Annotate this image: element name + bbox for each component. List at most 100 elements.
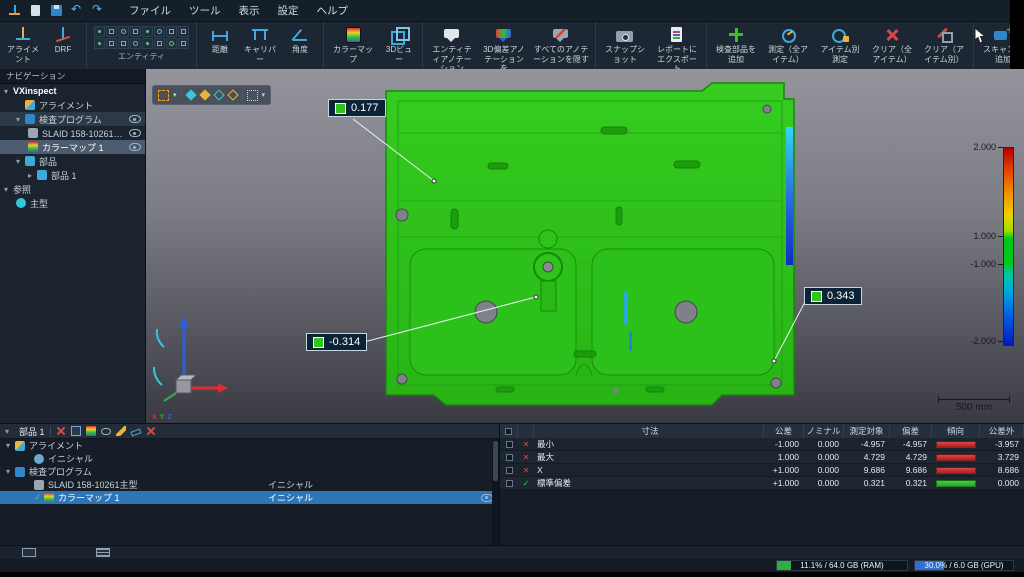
vertical-scrollbar[interactable] [492,439,499,545]
col-measured[interactable]: 測定対象 [844,424,890,438]
save-icon[interactable] [49,3,64,18]
delete-icon[interactable] [56,426,66,436]
entity-icon[interactable] [94,26,105,37]
undo-icon[interactable] [70,3,85,18]
entity-icon[interactable] [94,38,105,49]
surface-select-icon[interactable] [247,90,258,101]
deviation-annotation[interactable]: 0.343 [804,287,862,305]
eye-icon[interactable] [129,115,141,123]
entity-annotation-button[interactable]: エンティティアノテーション [426,24,478,75]
entity-icon[interactable] [142,38,153,49]
entity-icon[interactable] [154,26,165,37]
colormap-tool-icon[interactable] [86,426,96,436]
selection-mode-icon[interactable] [158,90,169,101]
entity-icon[interactable] [166,38,177,49]
close-icon[interactable] [146,426,156,436]
entity-icon[interactable] [118,26,129,37]
chevron-down-icon[interactable] [16,115,25,124]
alignment-tool-icon[interactable] [71,426,81,436]
chevron-down-icon[interactable] [4,185,13,194]
caliper-button[interactable]: キャリパー [240,24,280,65]
dropdown-caret-icon[interactable]: ▾ [173,91,177,99]
chevron-down-icon[interactable] [5,427,14,436]
menu-settings[interactable]: 設定 [270,1,307,20]
col-tolerance[interactable]: 公差 [764,424,804,438]
measure-icon[interactable] [130,428,141,436]
result-item-slaid-mesh[interactable]: SLAID 158-10261主型イニシャル [0,478,499,491]
menu-help[interactable]: ヘルプ [309,1,357,20]
flip-view-icon[interactable] [213,89,224,100]
entity-icon[interactable] [106,26,117,37]
row-checkbox[interactable] [506,454,513,461]
entity-icon[interactable] [106,38,117,49]
entity-icon[interactable] [166,26,177,37]
menu-view[interactable]: 表示 [231,1,268,20]
nav-item-parts[interactable]: 部品 [0,154,145,168]
nav-item-inspection-program[interactable]: 検査プログラム [0,112,145,126]
3d-view-button[interactable]: 3Dビュー [379,24,419,65]
spin-right-icon[interactable] [199,89,210,100]
navigation-cube-icon[interactable] [7,3,22,18]
entity-icon[interactable] [142,26,153,37]
menu-tools[interactable]: ツール [181,1,229,20]
menu-file[interactable]: ファイル [121,1,179,20]
nav-item-vxinspect[interactable]: VXinspect [0,84,145,98]
table-row[interactable]: 最小 -1.000 0.000 -4.957 -4.957 -3.957 [500,438,1024,451]
list-toggle-icon[interactable] [96,548,110,557]
3d-viewport[interactable]: ▾ ▾ 0.177 -0.314 0.343 XYZ 2.000 [146,69,1024,423]
chevron-down-icon[interactable] [4,87,13,96]
entity-icon[interactable] [130,26,141,37]
col-nominal[interactable]: ノミナル [804,424,844,438]
report-export-button[interactable]: レポートにエクスポート [651,24,703,75]
select-all-checkbox[interactable] [505,428,512,435]
chevron-down-icon[interactable] [6,441,15,450]
row-checkbox[interactable] [506,467,513,474]
layout-toggle-icon[interactable] [22,548,36,557]
add-inspection-part-button[interactable]: 検査部品を追加 [710,24,762,65]
eye-icon[interactable] [129,143,141,151]
chevron-down-icon[interactable] [16,157,25,166]
clear-per-item-button[interactable]: クリア（アイテム別） [918,24,970,65]
nav-item-colormap-1[interactable]: カラーマップ 1 [0,140,145,154]
nav-item-part-1[interactable]: 部品 1 [0,168,145,182]
measure-all-items-button[interactable]: 測定（全アイテム） [762,24,814,65]
entity-icon[interactable] [130,38,141,49]
table-row[interactable]: X +1.000 0.000 9.686 9.686 8.686 [500,464,1024,477]
orientation-triad[interactable] [148,295,232,407]
deviation-annotation-button[interactable]: 3D偏差アノテーションを [478,24,530,75]
part-3d-model[interactable] [146,69,1024,423]
drf-button[interactable]: DRF [43,24,83,56]
nav-item-slaid-mesh[interactable]: SLAID 158-10261主型 [0,126,145,140]
col-out-of-tolerance[interactable]: 公差外 [980,424,1024,438]
table-row[interactable]: 最大 1.000 0.000 4.729 4.729 3.729 [500,451,1024,464]
entity-icon[interactable] [178,38,189,49]
dropdown-caret-icon[interactable]: ▾ [262,91,266,99]
measure-per-item-button[interactable]: アイテム別測定 [814,24,866,65]
col-deviation[interactable]: 偏差 [890,424,932,438]
redo-icon[interactable] [91,3,106,18]
nav-item-reference[interactable]: 参照 [0,182,145,196]
table-row[interactable]: 標準偏差 +1.000 0.000 0.321 0.321 0.000 [500,477,1024,490]
deviation-annotation[interactable]: -0.314 [306,333,367,351]
entity-icon[interactable] [118,38,129,49]
chevron-right-icon[interactable] [28,171,37,180]
alignment-button[interactable]: アライメント [3,24,43,65]
colormap-button[interactable]: カラーマップ [327,24,379,65]
entity-icon[interactable] [154,38,165,49]
chevron-down-icon[interactable] [6,467,15,476]
hide-annotations-button[interactable]: すべてのアノテーションを隠す [530,24,592,65]
new-session-icon[interactable] [28,3,43,18]
snapshot-button[interactable]: スナップショット [599,24,651,65]
angle-button[interactable]: 角度 [280,24,320,56]
row-checkbox[interactable] [506,441,513,448]
row-checkbox[interactable] [506,480,513,487]
col-dimension[interactable]: 寸法 [534,424,764,438]
distance-button[interactable]: 距離 [200,24,240,56]
result-item-colormap-1[interactable]: ✓カラーマップ 1イニシャル [0,491,499,504]
edit-icon[interactable] [116,426,126,436]
spin-left-icon[interactable] [185,89,196,100]
nav-item-alignment[interactable]: アライメント [0,98,145,112]
eye-icon[interactable] [129,129,141,137]
result-item-alignment[interactable]: アライメント [0,439,499,452]
clear-all-items-button[interactable]: クリア（全アイテム） [866,24,918,65]
